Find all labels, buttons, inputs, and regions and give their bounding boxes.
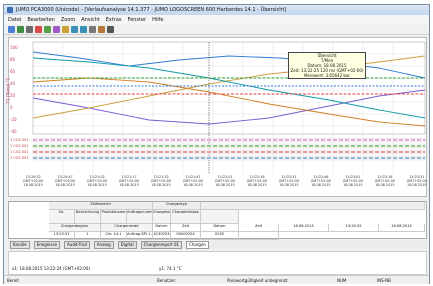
chart-icon[interactable] [35,25,42,33]
status-bar: Bereit Benutzer: Passwortgültigkeit unbe… [4,275,429,284]
x-tick: 13:20:47 GMT+02:00 18.08.2015 [54,175,76,187]
table-cell: 00000254 [171,232,201,240]
col-header: Chargenklasse [171,210,201,224]
x-tick: 13:21:47 GMT+02:00 18.08.2015 [182,175,204,187]
status-ins: INS-NB [377,277,391,283]
table-cell: Auftrag KPI 1.0 [127,232,153,240]
x-tick: 13:22:46 GMT+02:00 18.08.2015 [310,175,331,187]
batch-grid: Zeitbereich Chargentyp Chargenbeginn Cha… [49,202,425,240]
menu-datei[interactable]: Datei [8,17,21,23]
col-header: Bezeichnung [75,210,101,224]
x-tick: 13:22:16 GMT+02:00 18.08.2015 [246,175,268,187]
col-group-header: Chargenbeginn [49,224,101,232]
tab-strip: Kanäle Ereignisse Audit-Trail Analog Dig… [8,241,427,249]
tab-chargenreport[interactable]: Chargenreport 01 [140,241,183,249]
app-icon [7,7,13,13]
print-icon[interactable] [26,25,33,33]
table-cell: 18.08.2015 [379,224,425,232]
tab-analog[interactable]: Analog [93,241,114,249]
y-axis-label: T1 (Temp) °C [5,77,11,104]
y-axis-ticks: 100 80 60 40 20 0 -20 -40 [10,42,18,138]
col-header: Nr. [49,210,75,224]
y-tick: -20 [10,117,17,122]
x-tick: 13:21:32 GMT+02:00 18.08.2015 [150,175,172,187]
chart-icon[interactable] [44,25,51,33]
status-num: NUM [337,277,347,283]
col-header: Auftragsnummer [127,210,153,224]
cursor-value: y1: 74.1 °C [159,266,182,271]
col-group-header: Chargentyp [153,202,201,210]
open-icon[interactable] [8,25,15,33]
x-tick: 13:21:17 GMT+02:00 18.08.2015 [118,175,140,187]
col-group-header [201,202,425,210]
menu-ansicht[interactable]: Ansicht [81,17,99,23]
y-tick: 40 [10,81,16,86]
table-cell: 0235 [201,232,239,240]
table-cell: 1 [75,232,101,240]
batch-table: Zeitbereich Chargentyp Chargenbeginn Cha… [8,201,427,240]
tab-digital[interactable]: Digital [117,241,137,249]
binary-labels: 1 CO2 001 1 CO2 001 1 CO2 001 1 CO2 001 [10,137,29,161]
tab-audit-trail[interactable]: Audit-Trail [64,241,90,249]
x-tick: 13:22:01 GMT+02:00 18.08.2015 [214,175,236,187]
y-tick: 60 [10,69,16,74]
col-header: Chargennummer [153,210,171,224]
table-cell: 13:20:32 [329,224,379,232]
x-tick: 13:23:31 GMT+02:00 18.08.2015 [406,175,427,187]
x-axis-ticks: 13:20:32 GMT+02:00 18.08.2015 13:20:47 GMT+… [23,175,427,187]
table-cell: 18.08.2015 [279,224,329,232]
menu-bar: Datei Bearbeiten Zoom Ansicht Extras Fen… [4,15,429,24]
binary-label: 1 CO2 001 [10,156,29,160]
col-group-header: Chargenende [101,224,153,232]
x-tick: 13:23:16 GMT+02:00 18.08.2015 [374,175,395,187]
toolbar [4,24,429,35]
tab-chargen[interactable]: Chargen [186,241,209,249]
cursor-info-panel: x1: 18.08.2015 13:22:24 (GMT+02:00) y1: … [8,251,427,275]
table-cell: 13:23:31 [49,232,75,240]
settings-icon[interactable] [89,25,96,33]
status-user: Benutzer: [157,277,177,283]
table-cell [239,232,279,240]
x-tick: 13:21:02 GMT+02:00 18.08.2015 [86,175,108,187]
cursor-time: x1: 18.08.2015 13:22:24 (GMT+02:00) [12,266,90,271]
x-tick: 13:20:32 GMT+02:00 18.08.2015 [23,175,44,187]
menu-bearbeiten[interactable]: Bearbeiten [27,17,54,23]
title-bar: JUMO PCA3000 (Unicode) - [Verlaufsanalys… [4,5,429,15]
window-title: JUMO PCA3000 (Unicode) - [Verlaufsanalys… [16,7,287,13]
binary-tracks [32,137,426,161]
search-icon[interactable] [107,25,114,33]
y-tick: 0 [10,105,13,110]
menu-extras[interactable]: Extras [106,17,122,23]
app-window: JUMO PCA3000 (Unicode) - [Verlaufsanalys… [3,4,430,284]
y-tick: 100 [10,45,18,50]
tab-kanaele[interactable]: Kanäle [10,241,30,249]
status-password: Passwortgültigkeit unbegrenzt [227,277,288,283]
menu-fenster[interactable]: Fenster [128,17,147,23]
chart-icon[interactable] [53,25,60,33]
copy-icon[interactable] [62,25,69,33]
table-cell: Chr. 14.1 [101,232,127,240]
x-tick: 13:23:01 GMT+02:00 18.08.2015 [342,175,363,187]
tab-ereignisse[interactable]: Ereignisse [33,241,61,249]
x-tick: 13:22:31 GMT+02:00 18.08.2015 [278,175,299,187]
table-cell: 4130253 [153,232,171,240]
zoom-icon[interactable] [80,25,87,33]
col-header: Datum [153,224,171,232]
status-ready: Bereit [7,277,19,283]
save-icon[interactable] [17,25,24,33]
col-header [201,210,239,224]
col-header: Zeit [171,224,201,232]
y-tick: 80 [10,57,16,62]
zoom-icon[interactable] [71,25,78,33]
menu-hilfe[interactable]: Hilfe [152,17,163,23]
col-header: Produktname [101,210,127,224]
cursor-tooltip: Übersicht T/Mon Datum: 18.08.2015 Zeit: … [288,52,366,79]
y-tick: 20 [10,93,16,98]
trend-chart[interactable]: 100 80 60 40 20 0 -20 -40 T1 (Temp) °C 1… [5,37,427,197]
col-group-header: Zeitbereich [49,202,153,210]
menu-zoom[interactable]: Zoom [61,17,75,23]
hand-icon[interactable] [98,25,105,33]
col-header: Datum [201,224,239,232]
col-header: Zeit [239,224,279,232]
